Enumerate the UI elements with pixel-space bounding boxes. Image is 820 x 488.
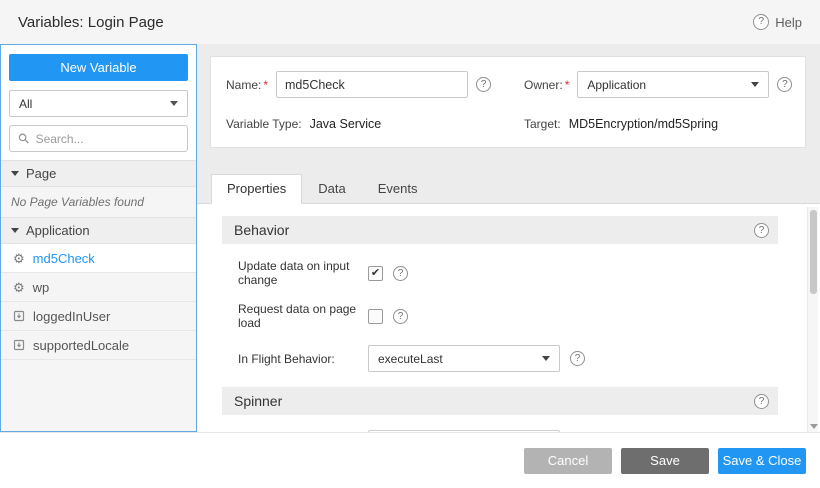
owner-selected-value: Application	[587, 78, 646, 92]
help-label: Help	[775, 15, 802, 30]
section-title: Behavior	[234, 222, 289, 238]
search-input[interactable]	[36, 132, 179, 146]
tree-section-application[interactable]: Application	[1, 217, 196, 244]
scrollbar-down-icon[interactable]	[810, 424, 818, 429]
tree-item-wp[interactable]: ⚙ wp	[1, 273, 196, 302]
tab-events[interactable]: Events	[362, 174, 434, 204]
properties-panel: Behavior ? Update data on input change ✔…	[197, 204, 820, 432]
required-asterisk: *	[263, 78, 268, 92]
model-variable-icon	[13, 310, 25, 322]
name-help-icon[interactable]: ?	[476, 77, 491, 92]
page-title: Variables: Login Page	[18, 14, 164, 31]
update-data-label: Update data on input change	[238, 259, 368, 287]
save-button[interactable]: Save	[621, 448, 709, 474]
tree-section-label: Page	[26, 166, 56, 181]
filter-selected-value: All	[19, 97, 32, 111]
request-data-label: Request data on page load	[238, 302, 368, 330]
target-group: Target: MD5Encryption/md5Spring	[524, 117, 718, 131]
check-icon: ✔	[371, 268, 380, 279]
inflight-help-icon[interactable]: ?	[570, 351, 585, 366]
inflight-behavior-row: In Flight Behavior: executeLast ?	[238, 345, 778, 372]
detail-tabs: Properties Data Events	[197, 176, 820, 204]
name-input[interactable]	[276, 71, 468, 98]
service-variable-icon: ⚙	[13, 252, 25, 265]
search-icon	[18, 132, 30, 145]
tree-item-md5check[interactable]: ⚙ md5Check	[1, 244, 196, 273]
spinner-help-icon[interactable]: ?	[754, 394, 769, 409]
owner-field-group: Owner:* Application ?	[524, 71, 792, 98]
spinner-section: Spinner ? Spinner Context: ?	[222, 387, 778, 432]
tree-item-label: supportedLocale	[33, 338, 129, 353]
chevron-down-icon	[542, 356, 550, 361]
sidebar-controls: New Variable All	[1, 45, 196, 160]
page-empty-message: No Page Variables found	[1, 187, 196, 217]
help-icon: ?	[753, 14, 769, 30]
tree-item-label: md5Check	[33, 251, 95, 266]
request-data-row: Request data on page load ?	[238, 302, 778, 330]
behavior-section-header: Behavior ?	[222, 216, 778, 244]
cancel-button[interactable]: Cancel	[524, 448, 612, 474]
owner-label: Owner:*	[524, 78, 569, 92]
variable-filter-select[interactable]: All	[9, 90, 188, 117]
variable-type-label: Variable Type:	[226, 117, 302, 131]
variable-type-group: Variable Type: Java Service	[226, 117, 524, 131]
tree-item-loggedinuser[interactable]: loggedInUser	[1, 302, 196, 331]
inflight-behavior-select[interactable]: executeLast	[368, 345, 560, 372]
name-field-group: Name:* ?	[226, 71, 524, 98]
required-asterisk: *	[565, 78, 570, 92]
tree-item-label: loggedInUser	[33, 309, 110, 324]
tree-section-page[interactable]: Page	[1, 160, 196, 187]
spinner-section-header: Spinner ?	[222, 387, 778, 415]
variable-summary-card: Name:* ? Owner:* Application ? Variable …	[210, 56, 806, 148]
behavior-section: Behavior ? Update data on input change ✔…	[222, 216, 778, 372]
owner-select[interactable]: Application	[577, 71, 769, 98]
chevron-down-icon	[751, 82, 759, 87]
scrollbar[interactable]	[807, 207, 818, 432]
update-data-checkbox[interactable]: ✔	[368, 266, 383, 281]
section-title: Spinner	[234, 393, 282, 409]
tree-item-supportedlocale[interactable]: supportedLocale	[1, 331, 196, 360]
chevron-down-icon	[170, 101, 178, 106]
dialog-header: Variables: Login Page ? Help	[0, 0, 820, 44]
type-target-row: Variable Type: Java Service Target: MD5E…	[226, 117, 790, 131]
request-data-help-icon[interactable]: ?	[393, 309, 408, 324]
target-label: Target:	[524, 117, 561, 131]
target-value: MD5Encryption/md5Spring	[569, 117, 718, 131]
inflight-behavior-label: In Flight Behavior:	[238, 352, 368, 366]
dialog-footer: Cancel Save Save & Close	[0, 432, 820, 488]
tree-section-label: Application	[26, 223, 90, 238]
variables-tree: Page No Page Variables found Application…	[1, 160, 196, 360]
tab-data[interactable]: Data	[302, 174, 361, 204]
tab-properties[interactable]: Properties	[211, 174, 302, 204]
inflight-selected-value: executeLast	[378, 352, 443, 366]
name-label: Name:*	[226, 78, 268, 92]
search-box	[9, 125, 188, 152]
update-data-help-icon[interactable]: ?	[393, 266, 408, 281]
update-data-row: Update data on input change ✔ ?	[238, 259, 778, 287]
behavior-help-icon[interactable]: ?	[754, 223, 769, 238]
new-variable-button[interactable]: New Variable	[9, 54, 188, 81]
collapse-icon	[11, 171, 19, 176]
variable-type-value: Java Service	[310, 117, 382, 131]
service-variable-icon: ⚙	[13, 281, 25, 294]
model-variable-icon	[13, 339, 25, 351]
name-owner-row: Name:* ? Owner:* Application ?	[226, 71, 790, 98]
tree-item-label: wp	[33, 280, 50, 295]
collapse-icon	[11, 228, 19, 233]
request-data-checkbox[interactable]	[368, 309, 383, 324]
save-close-button[interactable]: Save & Close	[718, 448, 806, 474]
owner-help-icon[interactable]: ?	[777, 77, 792, 92]
variable-detail-panel: Name:* ? Owner:* Application ? Variable …	[197, 44, 820, 432]
help-button[interactable]: ? Help	[753, 14, 802, 30]
scrollbar-thumb[interactable]	[810, 210, 817, 294]
variables-sidebar: New Variable All Page No Page Variables …	[0, 44, 197, 432]
